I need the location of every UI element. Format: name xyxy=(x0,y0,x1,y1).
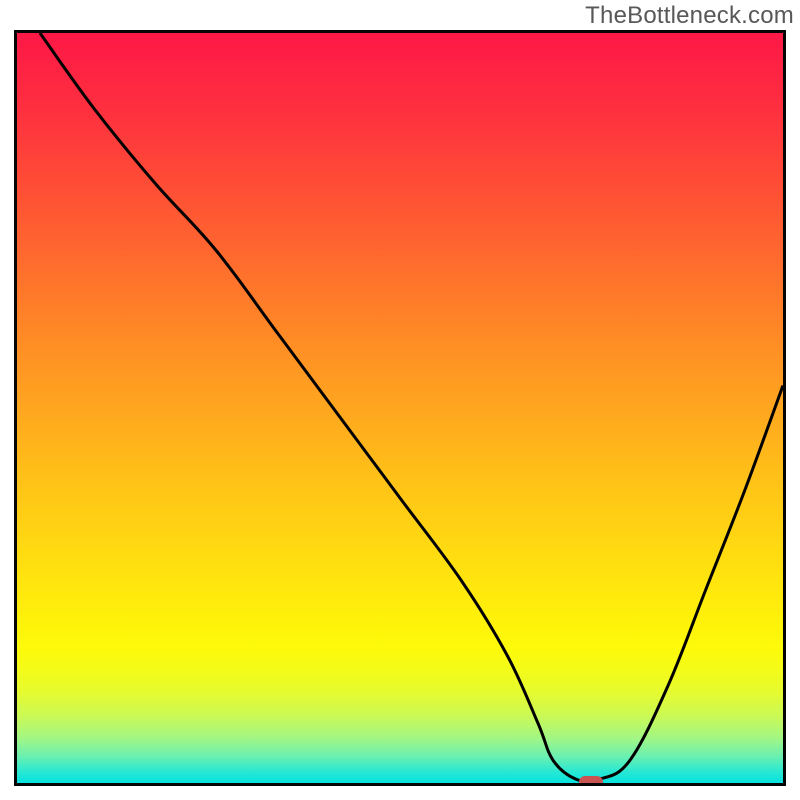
chart-container: TheBottleneck.com xyxy=(0,0,800,800)
watermark-text: TheBottleneck.com xyxy=(585,2,794,30)
plot-frame xyxy=(14,30,786,786)
gradient-background xyxy=(17,33,783,783)
optimal-point-marker xyxy=(579,776,603,787)
